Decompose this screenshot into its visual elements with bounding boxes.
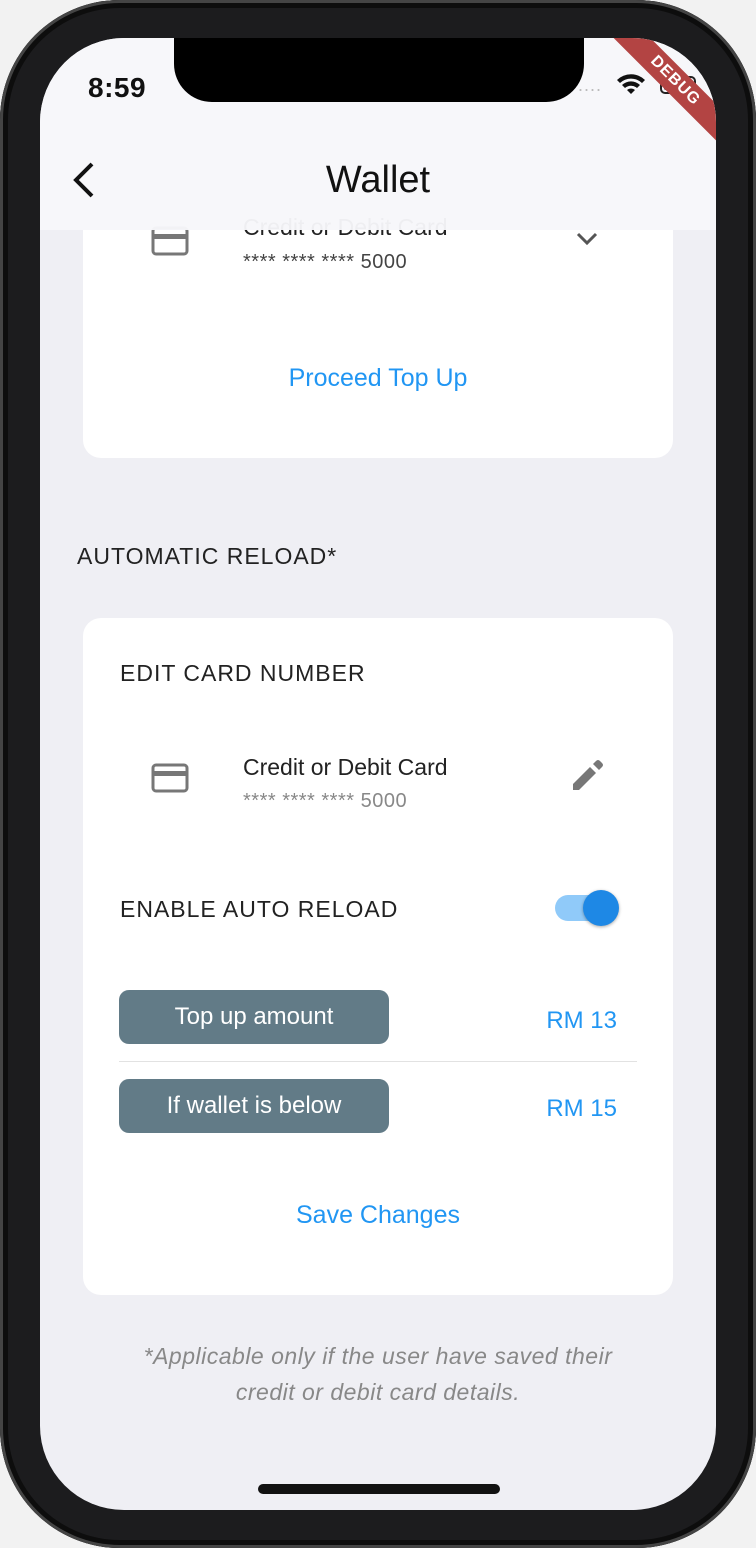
threshold-label: If wallet is below [119,1079,389,1133]
save-changes-button[interactable]: Save Changes [83,1201,673,1230]
screen: 8:59 .... DEBUG Credit or Debit Card ***… [40,38,716,1510]
credit-card-icon [151,763,189,793]
chevron-down-icon[interactable] [575,230,599,248]
enable-auto-reload-label: ENABLE AUTO RELOAD [120,896,399,922]
top-up-amount-value[interactable]: RM 13 [546,1007,617,1035]
card-number: **** **** **** 5000 [243,790,408,812]
footnote: *Applicable only if the user have saved … [80,1338,676,1410]
signal-icon: .... [577,74,602,95]
wifi-icon [617,74,645,94]
phone-frame: 8:59 .... DEBUG Credit or Debit Card ***… [0,0,756,1548]
page-title: Wallet [325,159,431,201]
pencil-icon[interactable] [569,758,605,794]
footnote-line-2: credit or debit card details. [235,1379,521,1405]
card-number: **** **** **** 5000 [243,251,408,273]
edit-card-number-label: EDIT CARD NUMBER [120,660,366,686]
threshold-value[interactable]: RM 15 [546,1095,617,1123]
home-indicator[interactable] [258,1484,500,1494]
auto-reload-toggle[interactable] [555,890,621,926]
automatic-reload-heading: AUTOMATIC RELOAD* [77,543,338,569]
payment-method-title: Credit or Debit Card [243,754,448,780]
divider [119,1061,637,1062]
top-up-amount-label: Top up amount [119,990,389,1044]
notch [174,38,584,102]
proceed-top-up-button[interactable]: Proceed Top Up [83,364,673,393]
credit-card-icon [151,226,189,256]
status-time: 8:59 [88,72,147,103]
toggle-thumb [583,890,619,926]
automatic-reload-card: EDIT CARD NUMBER Credit or Debit Card **… [83,618,673,1295]
footnote-line-1: *Applicable only if the user have saved … [143,1343,613,1369]
